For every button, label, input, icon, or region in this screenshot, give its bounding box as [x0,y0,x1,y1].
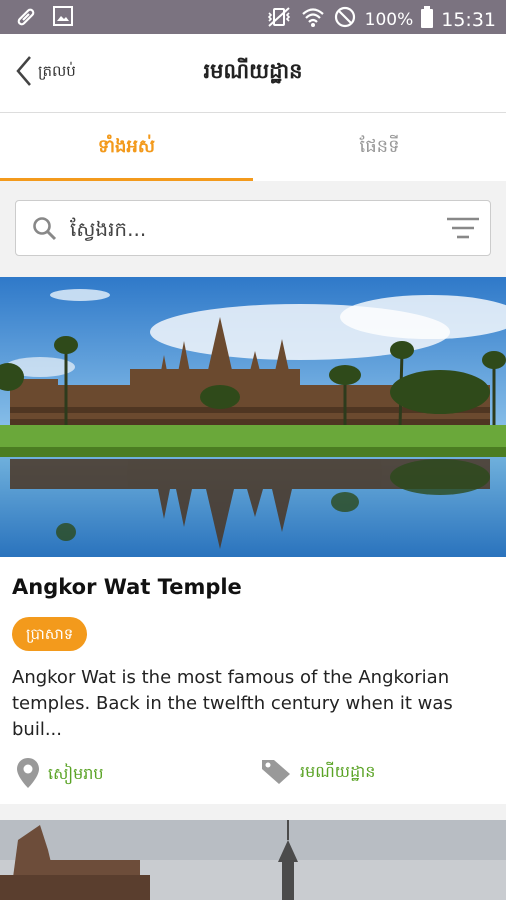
category-badge: ប្រាសាទ [12,617,88,651]
tab-map[interactable]: ផែនទី [253,113,506,181]
app-bar: ត្រលប់ រមណីយដ្ឋាន [0,34,506,113]
place-title: Angkor Wat Temple [12,575,242,599]
image-icon [52,5,74,33]
tag-icon [260,757,292,789]
page-title: រមណីយដ្ឋាន [203,59,303,83]
search-box [15,200,491,256]
search-input[interactable] [68,211,432,247]
search-icon [32,216,58,246]
search-area [0,181,506,277]
place-card[interactable]: Angkor Wat Temple ប្រាសាទ Angkor Wat is … [0,277,506,804]
location-pin-icon [16,757,40,793]
place-photo-next [0,820,506,900]
battery-icon [421,6,434,33]
status-bar: 100% 15:31 [0,0,506,34]
battery-percent: 100% [364,9,414,30]
place-category: រមណីយដ្ឋាន [260,757,375,789]
location-label: សៀមរាប [48,764,104,783]
clock: 15:31 [441,8,496,31]
place-card-next[interactable] [0,820,506,900]
tab-all[interactable]: ទាំងអស់ [0,113,253,181]
vibrate-mute-icon [265,6,293,33]
category-label: រមណីយដ្ឋាន [300,762,376,781]
tab-bar: ទាំងអស់ ផែនទី [0,113,506,181]
place-description: Angkor Wat is the most famous of the Ang… [12,667,453,740]
filter-icon[interactable] [446,215,480,245]
wifi-icon [301,6,325,33]
do-not-disturb-icon [333,5,357,34]
place-location: សៀមរាប [16,757,104,793]
link-icon [14,5,38,33]
place-photo [0,277,506,557]
